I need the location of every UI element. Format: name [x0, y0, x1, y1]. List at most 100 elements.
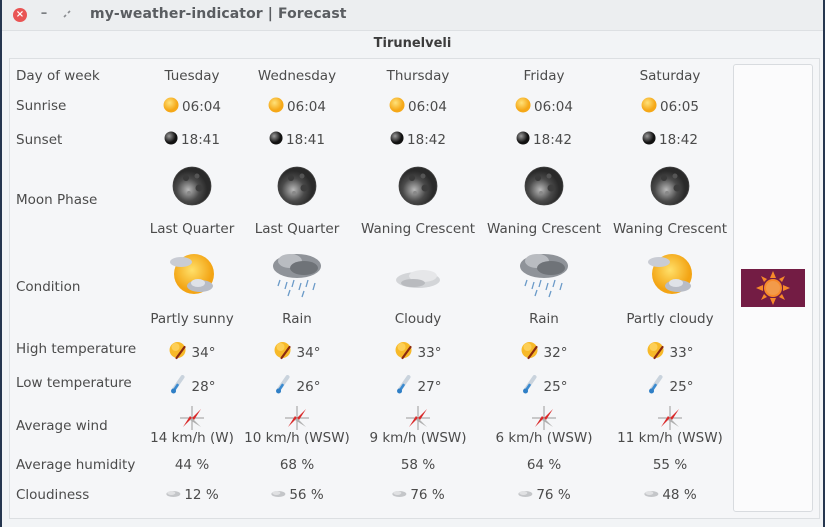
cloudy-icon	[393, 258, 443, 302]
humidity-value: 55 %	[652, 457, 688, 473]
thermometer-cold-icon	[169, 375, 189, 399]
sun-icon	[641, 97, 657, 117]
thermometer-hot-icon	[395, 341, 415, 365]
sunset-value: 18:41	[269, 131, 325, 149]
thermometer-cold-icon	[647, 375, 667, 399]
low-temperature: 25°	[669, 379, 694, 395]
sun-icon	[515, 97, 531, 117]
humidity-value: 64 %	[526, 457, 562, 473]
thermometer-hot-icon	[647, 341, 667, 365]
thermometer-cold-icon	[521, 375, 541, 399]
moon-phase-icon	[650, 166, 690, 210]
maximize-button[interactable]	[63, 10, 71, 18]
cloud-small-icon	[270, 487, 286, 503]
moon-phase-icon	[172, 166, 212, 210]
sunset-time: 18:41	[181, 132, 220, 148]
weather-provider-logo[interactable]	[741, 269, 805, 307]
cloudiness-percent: 12 %	[184, 487, 219, 503]
label-condition: Condition	[16, 279, 81, 295]
day-name: Wednesday	[257, 68, 337, 84]
high-temperature-value: 33°	[395, 341, 442, 365]
low-temperature-value: 25°	[647, 375, 694, 399]
thermometer-hot-icon	[274, 341, 294, 365]
cloud-small-icon	[643, 487, 659, 503]
thermometer-hot-icon	[169, 341, 189, 365]
sunrise-time: 06:05	[660, 99, 699, 115]
low-temperature-value: 25°	[521, 375, 568, 399]
sunset-time: 18:41	[286, 132, 325, 148]
day-name: Friday	[523, 68, 565, 84]
cloudiness-percent: 56 %	[289, 487, 324, 503]
close-icon: ×	[15, 9, 25, 20]
sunrise-time: 06:04	[287, 99, 326, 115]
sunset-value: 18:42	[516, 131, 572, 149]
sun-icon	[268, 97, 284, 117]
cloud-small-icon	[517, 487, 533, 503]
moon-phase-name: Last Quarter	[254, 221, 340, 237]
minimize-button[interactable]: –	[39, 4, 49, 24]
sun-logo-icon	[756, 271, 790, 305]
sunset-time: 18:42	[533, 132, 572, 148]
high-temperature-value: 32°	[521, 341, 568, 365]
label-cloudiness: Cloudiness	[16, 487, 90, 503]
humidity-value: 44 %	[174, 457, 210, 473]
cloudiness-percent: 48 %	[662, 487, 697, 503]
low-temperature: 25°	[543, 379, 568, 395]
low-temperature-value: 28°	[169, 375, 216, 399]
cloudiness-percent: 76 %	[410, 487, 445, 503]
sunrise-value: 06:04	[515, 97, 573, 117]
cloudiness-value: 76 %	[391, 487, 445, 503]
sunrise-time: 06:04	[534, 99, 573, 115]
moon-phase-name: Waning Crescent	[360, 221, 476, 237]
moon-small-icon	[164, 131, 178, 149]
label-day-of-week: Day of week	[16, 68, 100, 84]
close-button[interactable]: ×	[13, 8, 27, 22]
minimize-icon: –	[40, 6, 48, 21]
condition-name: Rain	[282, 311, 312, 327]
sun-icon	[389, 97, 405, 117]
wind-value: 14 km/h (W)	[150, 430, 234, 446]
sunrise-value: 06:04	[389, 97, 447, 117]
low-temperature-value: 26°	[274, 375, 321, 399]
wind-value: 9 km/h (WSW)	[369, 430, 467, 446]
high-temperature: 32°	[543, 345, 568, 361]
sunset-value: 18:41	[164, 131, 220, 149]
low-temperature: 26°	[296, 379, 321, 395]
high-temperature: 33°	[417, 345, 442, 361]
location-title: Tirunelveli	[373, 36, 452, 51]
cloudiness-percent: 76 %	[536, 487, 571, 503]
sunrise-time: 06:04	[182, 99, 221, 115]
moon-phase-icon	[524, 166, 564, 210]
cloudiness-value: 76 %	[517, 487, 571, 503]
thermometer-cold-icon	[274, 375, 294, 399]
sun-icon	[163, 97, 179, 117]
sunrise-time: 06:04	[408, 99, 447, 115]
moon-phase-name: Last Quarter	[149, 221, 235, 237]
moon-small-icon	[269, 131, 283, 149]
label-sunset: Sunset	[16, 132, 63, 148]
moon-small-icon	[642, 131, 656, 149]
sunset-time: 18:42	[659, 132, 698, 148]
forecast-window: × – my-weather-indicator | Forecast Tiru…	[0, 0, 825, 527]
maximize-icon	[63, 10, 71, 18]
cloudiness-value: 12 %	[165, 487, 219, 503]
humidity-value: 58 %	[400, 457, 436, 473]
low-temperature: 28°	[191, 379, 216, 395]
wind-value: 6 km/h (WSW)	[495, 430, 593, 446]
sunrise-value: 06:04	[268, 97, 326, 117]
title-bar: × – my-weather-indicator | Forecast	[2, 0, 823, 31]
moon-small-icon	[516, 131, 530, 149]
label-high-temperature: High temperature	[16, 341, 137, 357]
label-average-wind: Average wind	[16, 418, 108, 434]
condition-name: Rain	[529, 311, 559, 327]
high-temperature: 33°	[669, 345, 694, 361]
wind-value: 11 km/h (WSW)	[617, 430, 723, 446]
partly-cloudy-icon	[645, 250, 695, 304]
high-temperature: 34°	[191, 345, 216, 361]
thermometer-hot-icon	[521, 341, 541, 365]
cloud-small-icon	[165, 487, 181, 503]
cloud-small-icon	[391, 487, 407, 503]
cloudiness-value: 56 %	[270, 487, 324, 503]
humidity-value: 68 %	[279, 457, 315, 473]
sunset-value: 18:42	[642, 131, 698, 149]
